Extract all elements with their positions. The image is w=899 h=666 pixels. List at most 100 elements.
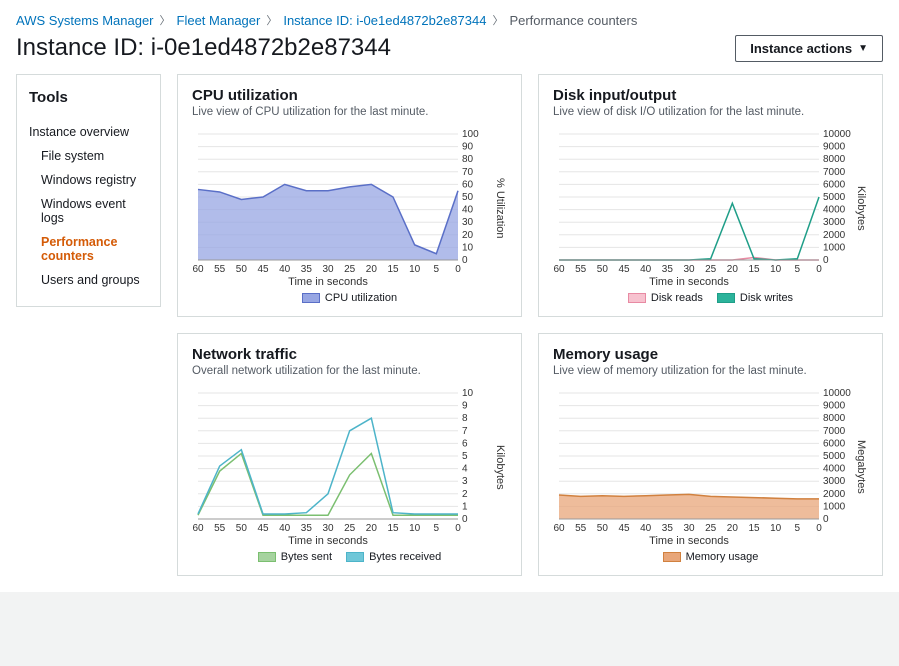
legend-swatch-icon — [663, 552, 681, 562]
svg-text:3000: 3000 — [823, 217, 846, 228]
svg-text:55: 55 — [575, 264, 587, 275]
legend-swatch-icon — [717, 293, 735, 303]
instance-actions-button[interactable]: Instance actions ▼ — [735, 35, 883, 62]
svg-text:25: 25 — [705, 523, 717, 534]
sidebar-item[interactable]: Windows registry — [29, 168, 148, 192]
chart-legend: Bytes sentBytes received — [192, 551, 507, 563]
y-axis-label: % Utilization — [494, 178, 506, 239]
svg-text:9000: 9000 — [823, 401, 846, 412]
panel-subtitle: Overall network utilization for the last… — [192, 365, 507, 377]
svg-text:50: 50 — [236, 523, 248, 534]
svg-text:20: 20 — [366, 264, 378, 275]
y-axis-label: Kilobytes — [855, 186, 867, 231]
svg-text:Time in seconds: Time in seconds — [288, 535, 368, 547]
chart-legend: Disk readsDisk writes — [553, 292, 868, 304]
svg-text:Time in seconds: Time in seconds — [649, 276, 729, 288]
chart-legend: Memory usage — [553, 551, 868, 563]
svg-text:90: 90 — [462, 142, 474, 153]
sidebar-item[interactable]: Windows event logs — [29, 192, 148, 230]
svg-text:40: 40 — [279, 523, 291, 534]
svg-text:7: 7 — [462, 426, 468, 437]
svg-text:55: 55 — [575, 523, 587, 534]
panel-memory: Memory usageLive view of memory utilizat… — [538, 333, 883, 576]
svg-text:0: 0 — [816, 523, 822, 534]
svg-text:30: 30 — [462, 217, 474, 228]
svg-text:0: 0 — [823, 514, 829, 525]
svg-text:6000: 6000 — [823, 179, 846, 190]
svg-text:35: 35 — [301, 264, 313, 275]
chart-disk: 0100020003000400050006000700080009000100… — [553, 128, 853, 288]
legend-item: CPU utilization — [302, 292, 397, 304]
svg-text:1000: 1000 — [823, 242, 846, 253]
svg-text:0: 0 — [462, 514, 468, 525]
svg-text:5000: 5000 — [823, 192, 846, 203]
legend-item: Disk reads — [628, 292, 703, 304]
svg-text:9000: 9000 — [823, 142, 846, 153]
svg-text:10: 10 — [770, 264, 782, 275]
svg-text:4000: 4000 — [823, 205, 846, 216]
chart-memory: 0100020003000400050006000700080009000100… — [553, 387, 853, 547]
svg-text:15: 15 — [387, 264, 399, 275]
panel-disk: Disk input/output Live view of disk I/O u… — [538, 74, 883, 317]
svg-text:55: 55 — [214, 523, 226, 534]
svg-text:0: 0 — [455, 264, 461, 275]
sidebar-item[interactable]: Users and groups — [29, 268, 148, 292]
svg-text:25: 25 — [344, 523, 356, 534]
breadcrumb-link[interactable]: Instance ID: i-0e1ed4872b2e87344 — [283, 13, 486, 28]
sidebar-item[interactable]: Performance counters — [29, 230, 148, 268]
svg-text:55: 55 — [214, 264, 226, 275]
svg-text:45: 45 — [257, 264, 269, 275]
svg-text:4: 4 — [462, 464, 468, 475]
breadcrumb-link[interactable]: Fleet Manager — [177, 13, 261, 28]
svg-text:10: 10 — [462, 388, 474, 399]
svg-text:8: 8 — [462, 413, 468, 424]
svg-text:20: 20 — [462, 230, 474, 241]
panel-subtitle: Live view of disk I/O utilization for th… — [553, 106, 868, 118]
svg-text:70: 70 — [462, 167, 474, 178]
svg-text:0: 0 — [455, 523, 461, 534]
svg-text:40: 40 — [640, 264, 652, 275]
legend-item: Memory usage — [663, 551, 759, 563]
chevron-right-icon: 〉 — [160, 12, 171, 28]
legend-swatch-icon — [302, 293, 320, 303]
legend-label: Memory usage — [686, 551, 759, 563]
svg-text:45: 45 — [257, 523, 269, 534]
svg-text:9: 9 — [462, 401, 468, 412]
legend-label: CPU utilization — [325, 292, 397, 304]
svg-text:5: 5 — [434, 523, 440, 534]
svg-text:20: 20 — [727, 523, 739, 534]
svg-text:25: 25 — [705, 264, 717, 275]
sidebar-item[interactable]: Instance overview — [29, 120, 148, 144]
svg-text:50: 50 — [462, 192, 474, 203]
svg-text:35: 35 — [662, 523, 674, 534]
svg-text:60: 60 — [192, 523, 204, 534]
sidebar-item[interactable]: File system — [29, 144, 148, 168]
y-axis-label: Kilobytes — [494, 445, 506, 490]
svg-text:1000: 1000 — [823, 501, 846, 512]
svg-text:60: 60 — [553, 264, 565, 275]
sidebar-title: Tools — [29, 89, 148, 106]
svg-text:Time in seconds: Time in seconds — [649, 535, 729, 547]
chart-cpu: 0102030405060708090100605550454035302520… — [192, 128, 492, 288]
breadcrumb: AWS Systems Manager 〉 Fleet Manager 〉 Instan… — [16, 12, 883, 28]
svg-text:4000: 4000 — [823, 464, 846, 475]
svg-text:0: 0 — [816, 264, 822, 275]
svg-text:10000: 10000 — [823, 388, 851, 399]
svg-text:2000: 2000 — [823, 489, 846, 500]
svg-text:0: 0 — [462, 255, 468, 266]
svg-text:20: 20 — [366, 523, 378, 534]
panel-title: Network traffic — [192, 346, 507, 363]
svg-text:50: 50 — [597, 264, 609, 275]
svg-text:3: 3 — [462, 476, 468, 487]
svg-text:60: 60 — [462, 179, 474, 190]
legend-swatch-icon — [628, 293, 646, 303]
legend-label: Bytes sent — [281, 551, 332, 563]
breadcrumb-link[interactable]: AWS Systems Manager — [16, 13, 154, 28]
svg-text:10000: 10000 — [823, 129, 851, 140]
svg-text:5: 5 — [795, 523, 801, 534]
svg-text:10: 10 — [409, 523, 421, 534]
panel-title: Disk input/output — [553, 87, 868, 104]
svg-text:50: 50 — [236, 264, 248, 275]
y-axis-label: Megabytes — [855, 440, 867, 494]
chevron-right-icon: 〉 — [266, 12, 277, 28]
